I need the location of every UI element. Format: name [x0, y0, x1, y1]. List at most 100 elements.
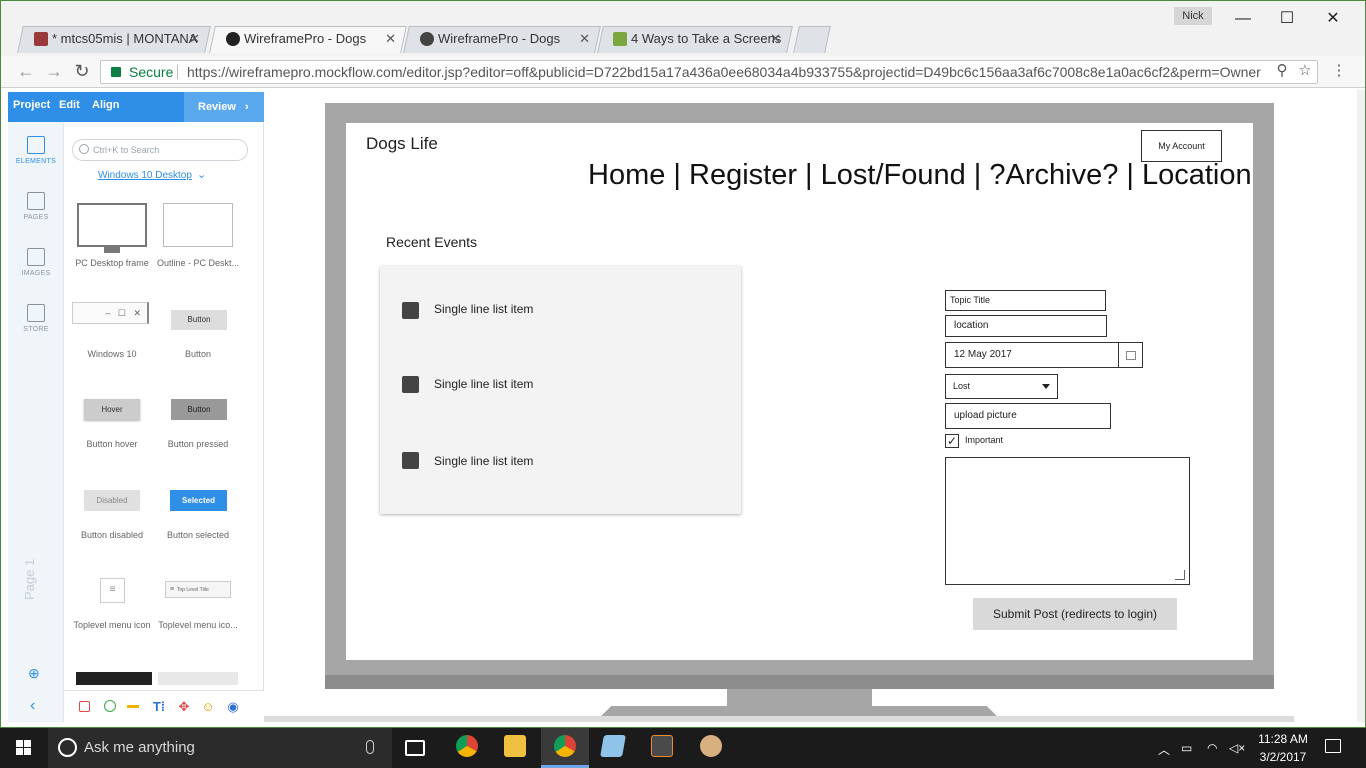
rail-elements[interactable]: ELEMENTS — [8, 136, 64, 165]
toplevel-title-thumb[interactable]: ≡ Top Level Title — [165, 581, 231, 598]
pages-icon — [27, 192, 45, 210]
menu-align[interactable]: Align — [92, 92, 120, 118]
back-arrow-icon[interactable]: ← — [14, 59, 38, 83]
microphone-icon[interactable] — [366, 740, 374, 754]
cortana-placeholder: Ask me anything — [84, 739, 195, 756]
dropdown-arrow-icon[interactable] — [1042, 384, 1050, 389]
review-button[interactable]: Review › — [184, 92, 264, 122]
maximize-button[interactable]: ☐ — [1272, 8, 1302, 30]
images-icon — [27, 248, 45, 266]
important-checkbox[interactable]: ✓ — [945, 434, 959, 448]
rail-label: STORE — [23, 326, 49, 333]
target-tool-icon[interactable]: ◉ — [226, 700, 240, 714]
battery-icon[interactable]: ▭ — [1181, 741, 1192, 755]
button-hover-thumb[interactable]: Hover — [84, 399, 140, 420]
tab-title: WireframePro - Dogs — [438, 31, 561, 46]
zoom-in-icon[interactable]: ⊕ — [28, 665, 40, 682]
action-center-icon[interactable] — [1325, 739, 1341, 753]
minimize-button[interactable]: — — [1228, 8, 1258, 30]
profile-badge[interactable]: Nick — [1174, 7, 1212, 25]
emoji-tool-icon[interactable]: ☺ — [201, 700, 215, 714]
date-field[interactable]: 12 May 2017 — [945, 342, 1119, 368]
address-bar[interactable]: Secure https://wireframepro.mockflow.com… — [100, 60, 1318, 84]
component-label: Button selected — [166, 530, 230, 540]
wifi-icon[interactable]: ◠ — [1207, 741, 1217, 755]
chrome-taskbar-icon[interactable] — [554, 735, 576, 757]
calendar-button[interactable] — [1118, 342, 1143, 368]
element-search-input[interactable]: Ctrl+K to Search — [72, 139, 248, 161]
button-disabled-thumb[interactable]: Disabled — [84, 490, 140, 511]
library-selector[interactable]: Windows 10 Desktop — [98, 170, 192, 181]
tab-wireframepro[interactable]: WireframePro - Dogs ✕ — [408, 26, 596, 52]
notepad-icon[interactable] — [600, 735, 626, 757]
component-label: Windows 10 — [87, 349, 137, 359]
tab-wireframepro-active[interactable]: WireframePro - Dogs ✕ — [214, 26, 402, 52]
task-view-icon[interactable] — [405, 740, 425, 756]
url-text[interactable]: https://wireframepro.mockflow.com/editor… — [187, 61, 1267, 83]
review-label: Review — [198, 101, 236, 113]
tab-title: WireframePro - Dogs — [244, 31, 367, 46]
upload-picture-field[interactable]: upload picture — [945, 403, 1111, 429]
my-account-button[interactable]: My Account — [1141, 130, 1222, 162]
cube-icon — [27, 136, 45, 154]
chrome-taskbar-icon[interactable] — [456, 735, 478, 757]
file-explorer-icon[interactable] — [504, 735, 526, 757]
button-pressed-thumb[interactable]: Button — [171, 399, 227, 420]
site-navigation[interactable]: Home | Register | Lost/Found | ?Archive?… — [588, 159, 1252, 192]
toolbar-thumb[interactable] — [158, 672, 238, 685]
logo-pane — [16, 740, 23, 747]
paint-icon[interactable] — [700, 735, 722, 757]
circle-tool-icon[interactable] — [104, 700, 116, 712]
clock-time[interactable]: 11:28 AM — [1253, 732, 1313, 746]
rail-pages[interactable]: PAGES — [8, 192, 64, 221]
reload-icon[interactable]: ↻ — [70, 59, 94, 83]
pc-desktop-stand — [104, 247, 120, 253]
forward-arrow-icon[interactable]: → — [42, 59, 66, 83]
component-label: Toplevel menu ico... — [158, 620, 238, 630]
menu-project[interactable]: Project — [13, 92, 50, 118]
bookmark-star-icon[interactable]: ☆ — [1293, 59, 1317, 83]
taskbar-thumb[interactable] — [76, 672, 152, 685]
windows10-thumb[interactable]: – ☐ ✕ — [72, 302, 149, 324]
line-tool-icon[interactable] — [127, 705, 139, 708]
lock-icon — [111, 67, 121, 77]
search-placeholder: Ctrl+K to Search — [93, 145, 160, 155]
collapse-panel-icon[interactable]: ‹ — [30, 697, 35, 715]
sublime-text-icon[interactable] — [651, 735, 673, 757]
tab-mtcs05mis[interactable]: * mtcs05mis | MONTANA ✕ — [22, 26, 206, 52]
tray-overflow-icon[interactable]: ︿ — [1158, 741, 1170, 758]
chevron-down-icon[interactable]: ⌄ — [197, 168, 206, 181]
tab-close-icon[interactable]: ✕ — [770, 26, 781, 52]
component-label: Button pressed — [167, 439, 229, 449]
tab-close-icon[interactable]: ✕ — [579, 26, 590, 52]
component-label: Button disabled — [80, 530, 144, 540]
close-window-button[interactable]: ✕ — [1318, 8, 1348, 30]
move-tool-icon[interactable]: ✥ — [177, 700, 191, 714]
text-tool-icon[interactable]: T⁞ — [151, 700, 167, 714]
topic-title-field[interactable]: Topic Title — [945, 290, 1106, 311]
new-tab-button[interactable] — [793, 26, 831, 53]
rail-images[interactable]: IMAGES — [8, 248, 64, 277]
location-field[interactable]: location — [945, 315, 1107, 337]
pc-desktop-thumb[interactable] — [77, 203, 147, 247]
volume-muted-icon[interactable]: ◁× — [1229, 741, 1245, 755]
toplevel-menu-icon-thumb[interactable]: ≡ — [100, 578, 125, 603]
button-thumb[interactable]: Button — [171, 310, 227, 330]
tab-close-icon[interactable]: ✕ — [189, 26, 200, 52]
tab-close-icon[interactable]: ✕ — [385, 26, 396, 52]
rectangle-tool-icon[interactable] — [79, 701, 90, 712]
resize-grip-icon[interactable] — [1175, 570, 1185, 580]
rail-store[interactable]: STORE — [8, 304, 64, 333]
submit-post-button[interactable]: Submit Post (redirects to login) — [973, 598, 1177, 630]
button-selected-thumb[interactable]: Selected — [170, 490, 227, 511]
menu-edit[interactable]: Edit — [59, 92, 80, 118]
vertical-scrollbar[interactable] — [1357, 90, 1366, 722]
outline-pc-thumb[interactable] — [163, 203, 233, 247]
horizontal-scrollbar[interactable] — [264, 716, 1294, 722]
post-body-textarea[interactable] — [945, 457, 1190, 585]
tab-screenshot-article[interactable]: 4 Ways to Take a Screens ✕ — [601, 26, 787, 52]
menu-kebab-icon[interactable]: ⋮ — [1327, 59, 1351, 83]
zoom-icon[interactable]: ⚲ — [1270, 59, 1294, 83]
clock-date[interactable]: 3/2/2017 — [1253, 750, 1313, 764]
windows-start-icon[interactable] — [16, 740, 32, 756]
